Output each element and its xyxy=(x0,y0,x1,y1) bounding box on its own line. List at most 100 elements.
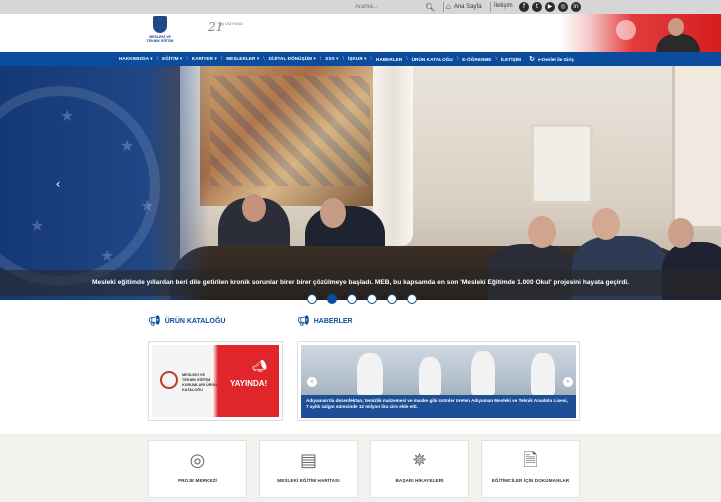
slide-photo-person-head xyxy=(668,218,694,248)
slide-photo-person-head xyxy=(242,194,266,222)
nav-item-meslekler[interactable]: MESLEKLER ▾ xyxy=(226,56,259,62)
meb-shield-icon xyxy=(153,16,167,33)
nav-divider: \ xyxy=(186,56,188,62)
tile-mesleki-egitim-haritasi[interactable]: ▤ MESLEKİ EĞİTİM HARİTASI xyxy=(259,440,358,498)
instagram-icon[interactable]: ◎ xyxy=(558,2,568,12)
nav-divider: \ xyxy=(406,56,408,62)
news-caption[interactable]: Adıyaman'da dezenfektan, temizlik malzem… xyxy=(301,395,576,418)
home-label: Ana Sayfa xyxy=(453,3,482,10)
nav-item-sss[interactable]: SSS ▾ xyxy=(325,56,338,62)
turkish-flag-banner xyxy=(560,14,721,52)
news-next-button[interactable]: › xyxy=(563,377,573,387)
contact-link[interactable]: İletişim xyxy=(494,3,513,9)
meb-logo[interactable]: MESLEKİ VE TEKNİK EĞİTİM xyxy=(144,16,176,50)
news-photo-worker xyxy=(531,353,555,395)
tile-proje-merkezi[interactable]: ◎ PROJE MERKEZİ xyxy=(148,440,247,498)
facebook-icon[interactable]: f xyxy=(519,2,529,12)
tile-label: EĞİTİMCİLER İÇİN DOKÜMANLAR xyxy=(491,478,570,483)
slide-photo-window xyxy=(672,66,721,226)
slider-dot[interactable] xyxy=(367,294,377,304)
news-photo: ‹ › Adıyaman'da dezenfektan, temizlik ma… xyxy=(301,345,576,418)
star-icon: ★ xyxy=(140,196,155,215)
hero-slider: ★ ★ ★ ★ ★ ‹ Mesleki eğitimde yıllardan b… xyxy=(0,66,721,300)
tile-label: PROJE MERKEZİ xyxy=(178,478,217,483)
nav-divider: \ xyxy=(342,56,344,62)
nav-item-hakkimizda[interactable]: HAKKIMIZDA ▾ xyxy=(119,56,153,62)
document-icon: 🗎︎ xyxy=(523,450,538,471)
slider-prev-button[interactable]: ‹ xyxy=(52,176,64,192)
slider-dot[interactable] xyxy=(307,294,317,304)
nav-divider: \ xyxy=(370,56,372,62)
slider-dot-active[interactable] xyxy=(327,294,337,304)
news-photo-worker xyxy=(471,351,495,395)
award-badge-icon: ✵ xyxy=(411,450,428,471)
catalog-banner: MESLEKİ VE TEKNİK EĞİTİM KURUMLARI ÜRÜN … xyxy=(152,345,279,417)
megaphone-icon: 📢︎ xyxy=(148,316,161,327)
nav-item-e-ogrenme[interactable]: E-ÖĞRENME xyxy=(462,57,491,62)
nav-item-dijital-donusum[interactable]: DİJİTAL DÖNÜŞÜM ▾ xyxy=(269,56,316,62)
meb-seal-icon xyxy=(160,371,178,389)
nav-item-iletisim[interactable]: İLETİŞİM xyxy=(501,57,521,62)
divider xyxy=(443,2,444,12)
nav-item-egitim[interactable]: EĞİTİM ▾ xyxy=(162,56,182,62)
nav-divider: \ xyxy=(319,56,322,62)
edevlet-icon: ↻ xyxy=(529,56,535,63)
vision-2023-logo[interactable]: 21 yy VİZYONU xyxy=(208,18,244,48)
news-title-text: HABERLER xyxy=(313,318,353,325)
home-link[interactable]: ⌂ Ana Sayfa xyxy=(446,2,482,11)
nav-item-kariyer[interactable]: KARİYER ▾ xyxy=(192,56,217,62)
crescent-icon xyxy=(616,20,636,40)
slide-photo-person-head xyxy=(592,208,620,240)
target-icon: ◎ xyxy=(189,450,206,471)
nav-item-haberler[interactable]: HABERLER xyxy=(376,57,402,62)
divider xyxy=(490,2,491,12)
search-box: 🔍︎ xyxy=(355,1,441,13)
monitor-chart-icon: ▤ xyxy=(299,450,317,471)
catalog-badge: YAYINDA! xyxy=(230,379,268,388)
site-header: MESLEKİ VE TEKNİK EĞİTİM 21 yy VİZYONU xyxy=(0,14,721,52)
star-icon: ★ xyxy=(100,246,115,265)
news-section-title: 📢︎ HABERLER xyxy=(297,316,353,327)
news-card[interactable]: ‹ › Adıyaman'da dezenfektan, temizlik ma… xyxy=(297,341,580,421)
catalog-label: MESLEKİ VE TEKNİK EĞİTİM KURUMLARI ÜRÜN … xyxy=(182,373,218,392)
nav-divider: \ xyxy=(495,56,497,62)
nav-item-iskur[interactable]: İŞKUR ▾ xyxy=(348,56,367,62)
star-icon: ★ xyxy=(60,106,75,125)
product-catalog-card[interactable]: MESLEKİ VE TEKNİK EĞİTİM KURUMLARI ÜRÜN … xyxy=(148,341,283,421)
search-input[interactable] xyxy=(355,4,421,10)
home-icon: ⌂ xyxy=(446,2,451,11)
megaphone-icon: 📣︎ xyxy=(252,359,268,373)
meb-emblem-overlay: ★ ★ ★ ★ ★ xyxy=(0,66,210,300)
slide-photo-person-head xyxy=(320,198,346,228)
twitter-icon[interactable]: t xyxy=(532,2,542,12)
tile-basari-hikayeleri[interactable]: ✵ BAŞARI HİKAYELERİ xyxy=(370,440,469,498)
slider-dot[interactable] xyxy=(387,294,397,304)
catalog-section-title: 📢︎ ÜRÜN KATALOĞU xyxy=(148,316,226,327)
news-prev-button[interactable]: ‹ xyxy=(307,377,317,387)
youtube-icon[interactable]: ▶ xyxy=(545,2,555,12)
quick-links-band xyxy=(0,434,721,502)
logo-text: MESLEKİ VE TEKNİK EĞİTİM xyxy=(146,35,174,43)
tile-egitimciler-icin-dokumanlar[interactable]: 🗎︎ EĞİTİMCİLER İÇİN DOKÜMANLAR xyxy=(481,440,580,498)
slider-dot[interactable] xyxy=(407,294,417,304)
nav-divider: \ xyxy=(220,56,223,62)
ataturk-portrait xyxy=(656,18,700,52)
star-icon: ★ xyxy=(30,216,45,235)
news-photo-worker xyxy=(419,357,441,395)
linkedin-icon[interactable]: in xyxy=(571,2,581,12)
anniversary-text: yy VİZYONU xyxy=(220,21,243,26)
nav-divider: \ xyxy=(263,56,265,62)
slide-photo-person-head xyxy=(528,216,556,248)
edevlet-login-link[interactable]: ↻ e-Devlet ile Giriş xyxy=(529,55,574,63)
catalog-title-text: ÜRÜN KATALOĞU xyxy=(164,318,226,325)
slider-dot[interactable] xyxy=(347,294,357,304)
tile-label: MESLEKİ EĞİTİM HARİTASI xyxy=(277,478,340,483)
megaphone-icon: 📢︎ xyxy=(297,316,310,327)
search-icon[interactable]: 🔍︎ xyxy=(425,3,435,12)
slide-caption[interactable]: Mesleki eğitimde yıllardan beri dile get… xyxy=(0,270,721,296)
nav-item-urun-katalogu[interactable]: ÜRÜN KATALOĞU xyxy=(412,57,453,62)
slide-photo-mural xyxy=(200,66,380,206)
social-links: f t ▶ ◎ in xyxy=(519,2,581,12)
main-navigation: HAKKIMIZDA ▾ \ EĞİTİM ▾ \ KARİYER ▾ \ ME… xyxy=(0,52,721,66)
slider-pagination xyxy=(307,294,417,304)
